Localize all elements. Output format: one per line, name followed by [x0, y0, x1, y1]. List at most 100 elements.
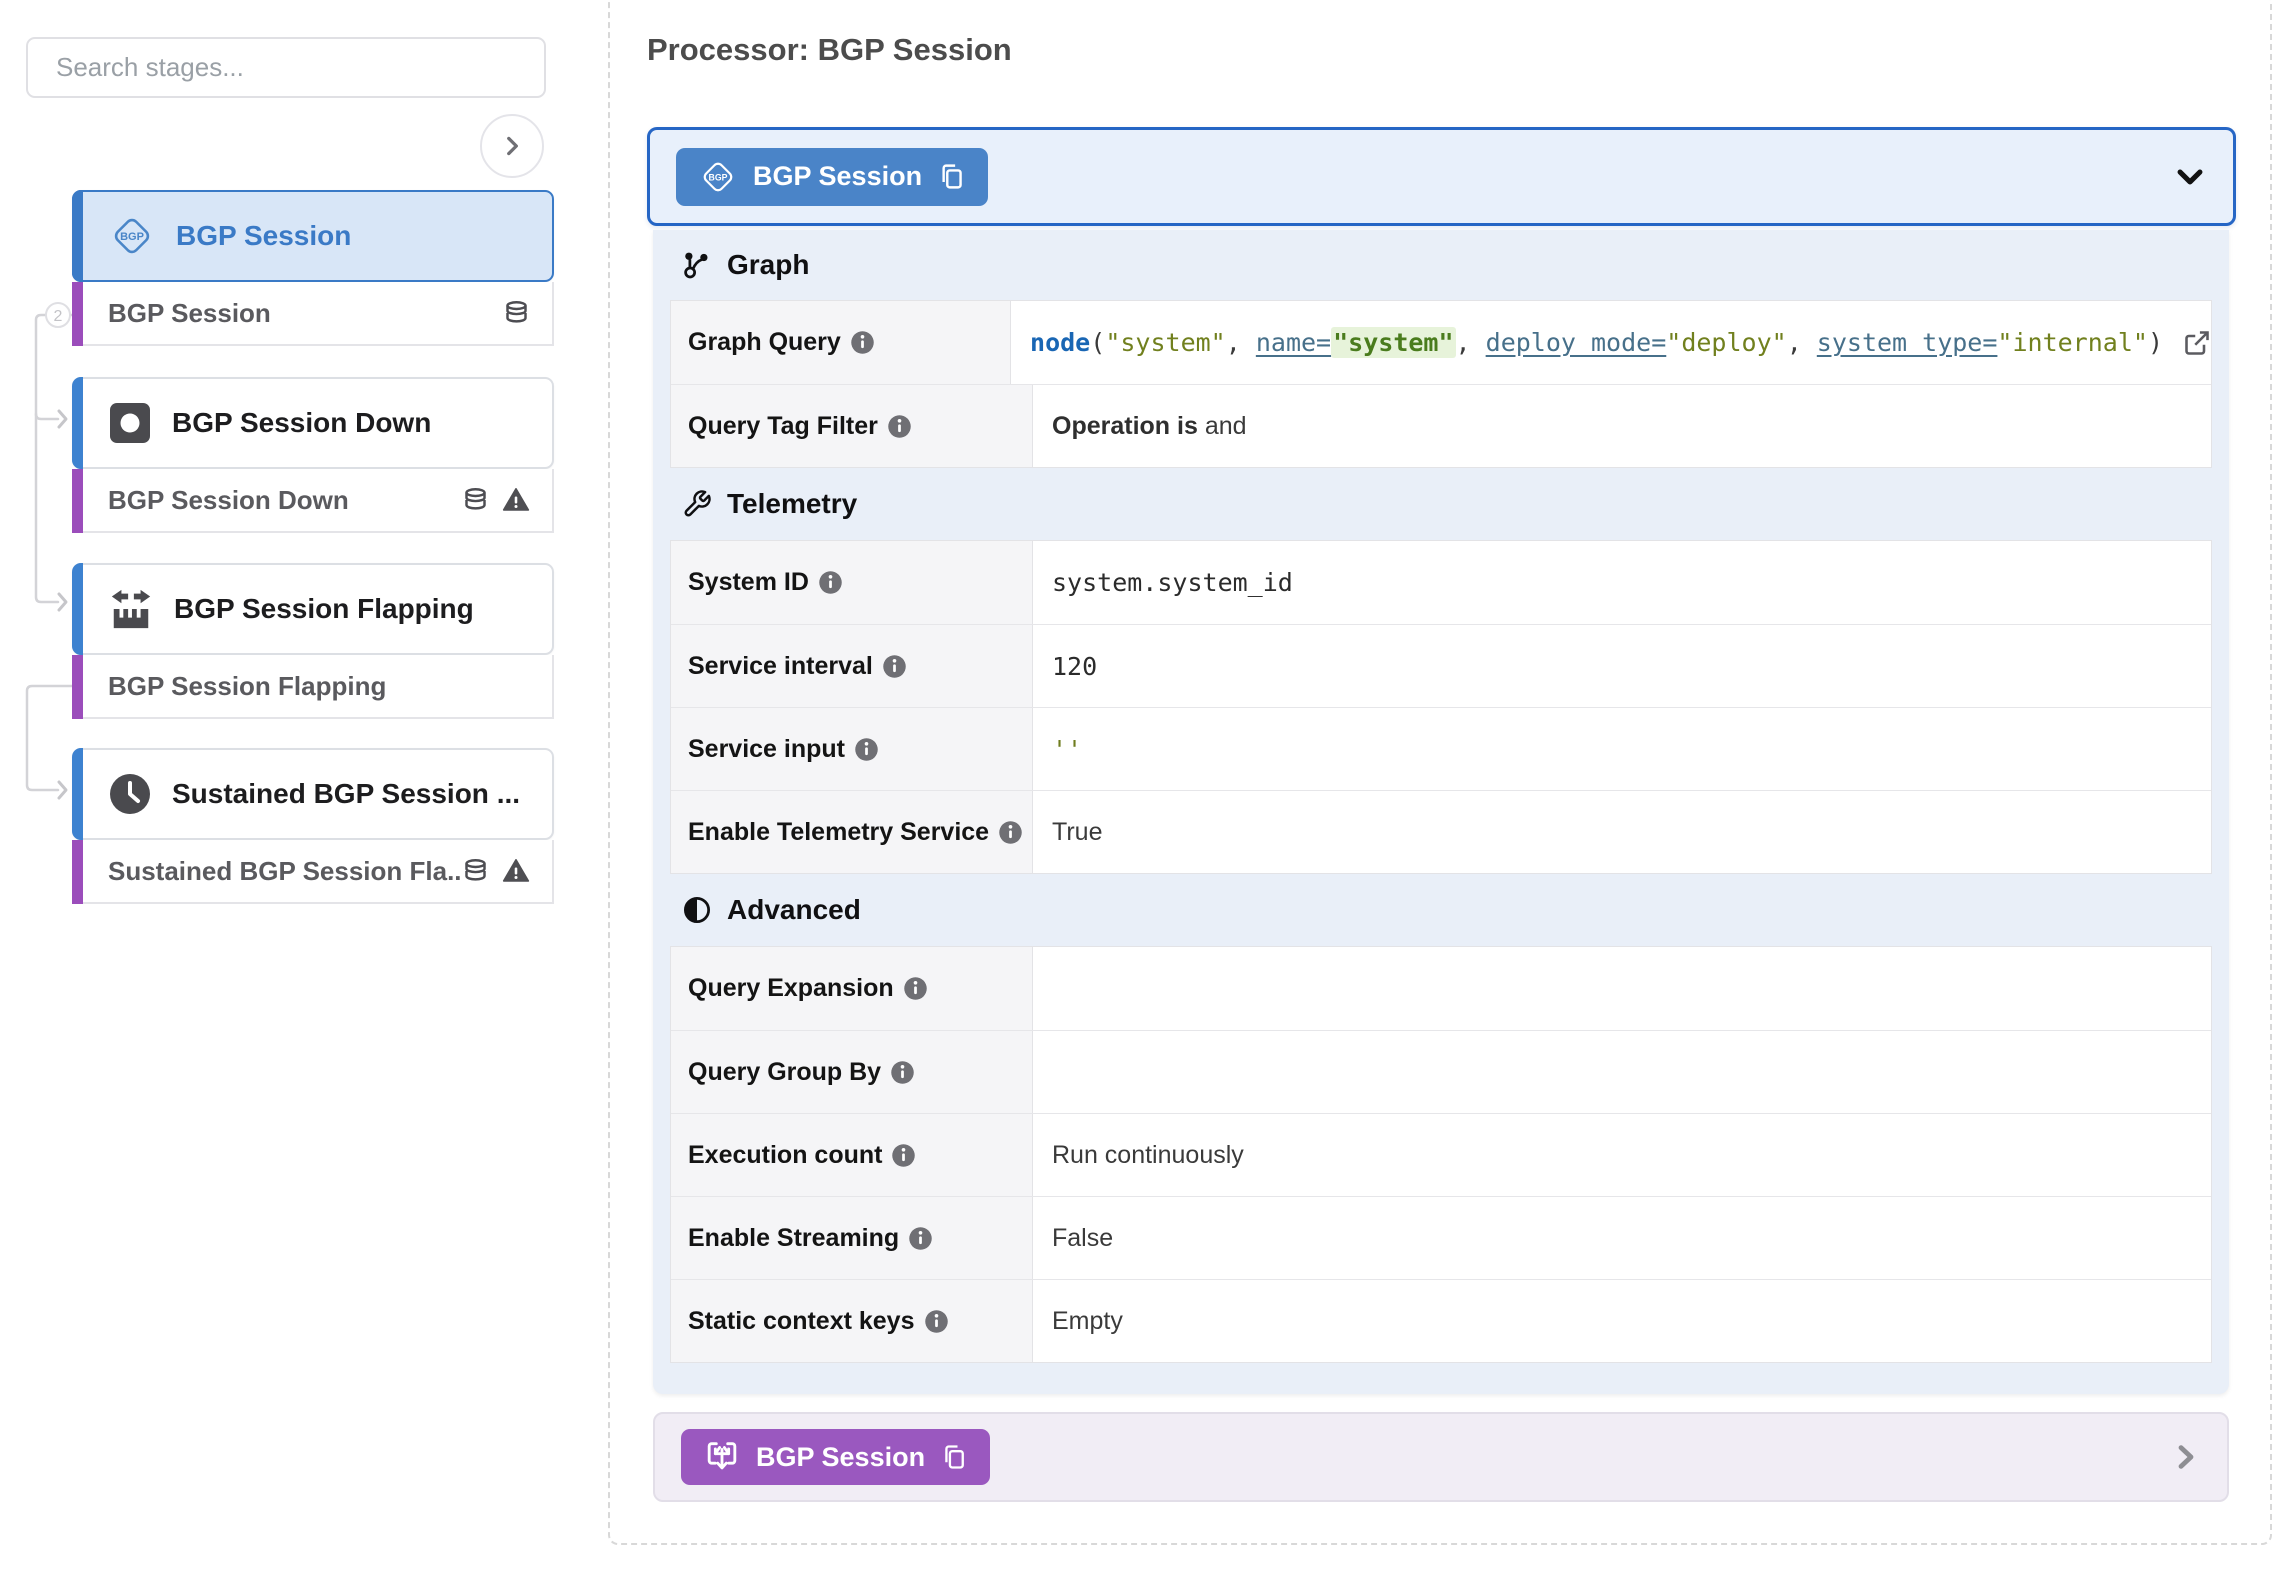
- row-label-cell: Query Tag Filter: [671, 385, 1033, 467]
- connector-count-badge: 2: [54, 308, 63, 325]
- info-icon[interactable]: [818, 570, 843, 595]
- row-label: Service interval: [688, 652, 873, 681]
- enable-telemetry-value: True: [1033, 791, 2211, 873]
- section-header-advanced: Advanced: [670, 874, 2212, 946]
- svg-text:BGP: BGP: [709, 172, 728, 182]
- info-icon[interactable]: [854, 737, 879, 762]
- bgp-diamond-icon: BGP: [108, 212, 156, 260]
- service-input-value: '': [1033, 708, 2211, 790]
- subrow-label: BGP Session Flapping: [108, 671, 530, 702]
- stage-group-bgp-session-flapping: BGP Session Flapping BGP Session Flappin…: [72, 563, 554, 719]
- database-icon: [462, 486, 489, 514]
- info-icon[interactable]: [882, 654, 907, 679]
- subrow-accent-bar: [72, 469, 83, 533]
- row-enable-streaming: Enable Streaming False: [671, 1196, 2211, 1279]
- stage-subrow-bgp-session-down[interactable]: BGP Session Down: [72, 469, 554, 533]
- info-icon[interactable]: [908, 1226, 933, 1251]
- telemetry-rows: System ID system.system_id Service inter…: [670, 540, 2212, 874]
- row-query-tag-filter: Query Tag Filter Operation is and: [671, 384, 2211, 467]
- subrow-label: Sustained BGP Session Fla...: [108, 856, 462, 887]
- service-interval-value: 120: [1033, 625, 2211, 707]
- subrow-label: BGP Session Down: [108, 485, 462, 516]
- row-label: Enable Streaming: [688, 1224, 899, 1253]
- stage-card-sustained-bgp-session[interactable]: Sustained BGP Session ...: [72, 748, 554, 840]
- stage-card-bgp-session-down[interactable]: BGP Session Down: [72, 377, 554, 469]
- info-icon[interactable]: [998, 820, 1023, 845]
- row-label: Query Expansion: [688, 974, 894, 1003]
- stage-title: BGP Session Down: [172, 407, 431, 439]
- stage-title: BGP Session Flapping: [174, 593, 474, 625]
- stage-card-bgp-session-flapping[interactable]: BGP Session Flapping: [72, 563, 554, 655]
- system-id-value: system.system_id: [1033, 541, 2211, 624]
- database-icon: [503, 300, 530, 327]
- subrow-label: BGP Session: [108, 298, 503, 329]
- row-label: System ID: [688, 568, 809, 597]
- chevron-down-icon[interactable]: [2173, 160, 2207, 194]
- search-input[interactable]: [26, 37, 546, 98]
- row-service-input: Service input '': [671, 707, 2211, 790]
- clock-icon: [108, 772, 152, 816]
- stage-accent-bar: [72, 748, 83, 840]
- operation-operand: and: [1198, 412, 1247, 441]
- row-label-cell: Static context keys: [671, 1280, 1033, 1362]
- graph-icon: [682, 250, 712, 280]
- row-label: Service input: [688, 735, 845, 764]
- row-label: Execution count: [688, 1141, 882, 1170]
- output-chip-button[interactable]: BGP Session: [681, 1429, 990, 1485]
- processor-output-strip[interactable]: BGP Session: [653, 1412, 2229, 1502]
- execution-count-value: Run continuously: [1033, 1114, 2211, 1196]
- stage-group-bgp-session: BGP BGP Session BGP Session: [72, 190, 554, 346]
- row-query-group-by: Query Group By: [671, 1030, 2211, 1113]
- stage-subrow-bgp-session[interactable]: BGP Session: [72, 282, 554, 346]
- row-label: Static context keys: [688, 1307, 915, 1336]
- advanced-rows: Query Expansion Query Group By: [670, 946, 2212, 1363]
- stage-subrow-bgp-session-flapping[interactable]: BGP Session Flapping: [72, 655, 554, 719]
- chevron-right-icon: [499, 133, 525, 159]
- processor-settings-panel: Graph Graph Query node("system", name="s…: [653, 230, 2229, 1394]
- stage-card-bgp-session[interactable]: BGP BGP Session: [72, 190, 554, 282]
- section-header-graph: Graph: [670, 230, 2212, 300]
- copy-icon[interactable]: [937, 162, 966, 191]
- row-label: Graph Query: [688, 328, 841, 357]
- operation-text: Operation is: [1052, 412, 1198, 441]
- row-label-cell: Service interval: [671, 625, 1033, 707]
- processor-chip-button[interactable]: BGP BGP Session: [676, 148, 988, 206]
- copy-icon[interactable]: [940, 1443, 968, 1471]
- row-label: Query Group By: [688, 1058, 881, 1087]
- flapping-icon: [108, 586, 154, 632]
- processor-header[interactable]: BGP BGP Session: [647, 127, 2236, 226]
- svg-text:BGP: BGP: [120, 231, 144, 243]
- processor-detail-panel: Processor: BGP Session BGP BGP Session: [608, 0, 2272, 1545]
- contrast-icon: [682, 895, 712, 925]
- section-title: Advanced: [727, 894, 861, 926]
- info-icon[interactable]: [903, 976, 928, 1001]
- info-icon[interactable]: [850, 330, 875, 355]
- info-icon[interactable]: [891, 1143, 916, 1168]
- info-icon[interactable]: [887, 414, 912, 439]
- subrow-accent-bar: [72, 282, 83, 346]
- row-enable-telemetry-service: Enable Telemetry Service True: [671, 790, 2211, 873]
- page-title: Processor: BGP Session: [647, 32, 1012, 68]
- info-icon[interactable]: [924, 1309, 949, 1334]
- chevron-right-icon[interactable]: [2169, 1441, 2201, 1473]
- row-label-cell: System ID: [671, 541, 1033, 624]
- warning-icon: [502, 857, 530, 885]
- external-link-icon[interactable]: [2183, 329, 2211, 357]
- graph-query-code: node("system", name="system", deploy_mod…: [1030, 328, 2163, 357]
- app-canvas: 2 BGP BGP Session BGP Session: [0, 0, 2294, 1572]
- record-icon: [108, 401, 152, 445]
- info-icon[interactable]: [890, 1060, 915, 1085]
- row-label-cell: Enable Telemetry Service: [671, 791, 1033, 873]
- stage-accent-bar: [72, 377, 83, 469]
- row-label-cell: Service input: [671, 708, 1033, 790]
- collapse-sidebar-button[interactable]: [480, 114, 544, 178]
- section-header-telemetry: Telemetry: [670, 468, 2212, 540]
- stage-title: Sustained BGP Session ...: [172, 778, 520, 810]
- row-execution-count: Execution count Run continuously: [671, 1113, 2211, 1196]
- stage-group-bgp-session-down: BGP Session Down BGP Session Down: [72, 377, 554, 533]
- stage-subrow-sustained-bgp-session[interactable]: Sustained BGP Session Fla...: [72, 840, 554, 904]
- section-title: Graph: [727, 249, 809, 281]
- stage-accent-bar: [72, 190, 83, 282]
- subrow-accent-bar: [72, 840, 83, 904]
- fan-out-icon: [703, 1438, 741, 1476]
